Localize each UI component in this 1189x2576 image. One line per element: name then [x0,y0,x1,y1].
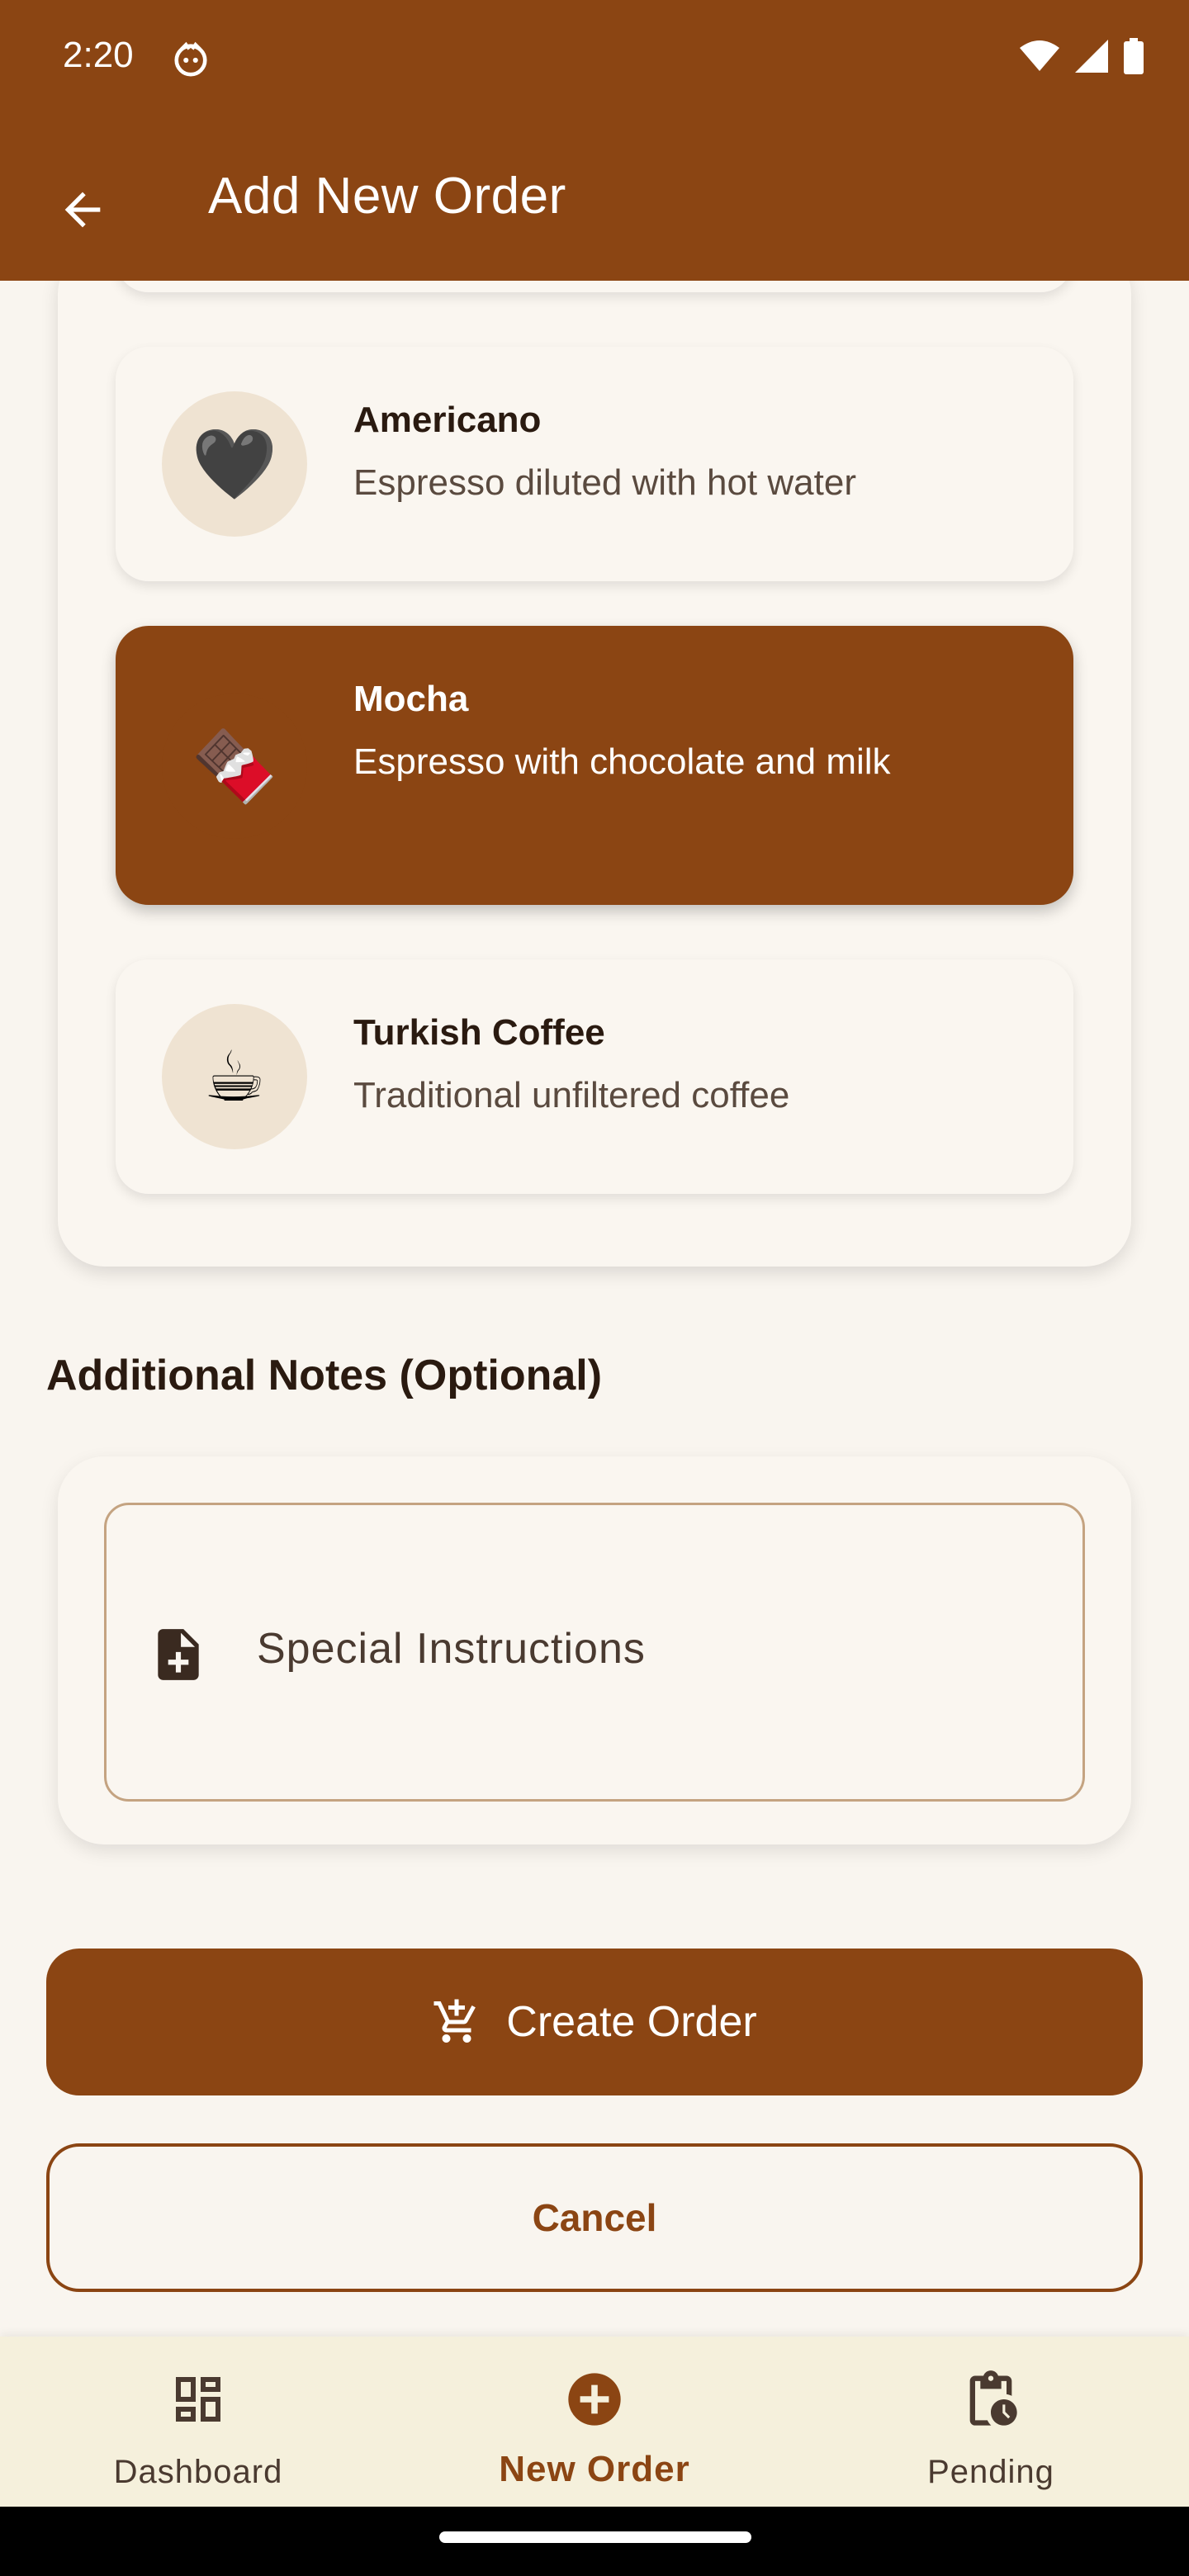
create-order-label: Create Order [506,1998,757,2046]
drink-description: Espresso with chocolate and milk [353,741,891,782]
notes-card: Special Instructions [58,1456,1131,1844]
drink-name: Mocha [353,679,469,719]
note-add-icon [158,1629,199,1680]
chocolate-bar-icon: 🍫 [162,694,307,839]
nav-label: Dashboard [113,2454,283,2490]
status-icons [1019,38,1144,74]
create-order-button[interactable]: Create Order [46,1949,1143,2095]
drink-description: Traditional unfiltered coffee [353,1075,790,1115]
nav-item-dashboard[interactable]: Dashboard [0,2337,396,2507]
content-scroll[interactable]: 🖤 Americano Espresso diluted with hot wa… [0,281,1189,2337]
arrow-back-icon [64,192,101,228]
notes-section-title: Additional Notes (Optional) [46,1352,603,1399]
drink-item-americano[interactable]: 🖤 Americano Espresso diluted with hot wa… [116,347,1073,581]
signal-icon [1075,40,1108,73]
special-instructions-field[interactable]: Special Instructions [104,1503,1085,1802]
bottom-navigation: Dashboard New Order Pending [0,2337,1189,2507]
add-circle-icon [561,2366,628,2432]
add-shopping-cart-icon [433,1999,476,2043]
drink-item-mocha[interactable]: 🍫 Mocha Espresso with chocolate and milk [116,626,1073,905]
drink-description: Espresso diluted with hot water [353,462,856,503]
wifi-icon [1020,40,1059,71]
drink-name: Americano [353,400,542,440]
status-bar: 2:20 [0,0,1189,116]
drink-selection-card: 🖤 Americano Espresso diluted with hot wa… [58,281,1131,1267]
special-instructions-label: Special Instructions [257,1625,646,1673]
drink-name: Turkish Coffee [353,1012,605,1053]
cancel-label: Cancel [532,2196,657,2239]
page-title: Add New Order [208,168,566,225]
gesture-handle[interactable] [439,2531,751,2543]
nav-label: Pending [927,2454,1054,2490]
nav-item-pending[interactable]: Pending [793,2337,1189,2507]
notification-icon [174,41,207,77]
nav-item-new-order[interactable]: New Order [396,2337,793,2507]
coffee-cup-icon: ☕ [162,1004,307,1149]
drink-item-partial[interactable] [116,281,1073,292]
black-heart-icon: 🖤 [162,391,307,537]
pending-clipboard-icon [958,2366,1024,2432]
drink-item-turkish-coffee[interactable]: ☕ Turkish Coffee Traditional unfiltered … [116,959,1073,1194]
app-bar: Add New Order [0,116,1189,281]
status-time: 2:20 [63,35,134,75]
gesture-bar [0,2507,1189,2576]
nav-label: New Order [499,2449,690,2489]
back-button[interactable] [43,170,122,249]
cancel-button[interactable]: Cancel [46,2143,1143,2292]
dashboard-icon [165,2366,231,2432]
battery-icon [1124,38,1144,74]
